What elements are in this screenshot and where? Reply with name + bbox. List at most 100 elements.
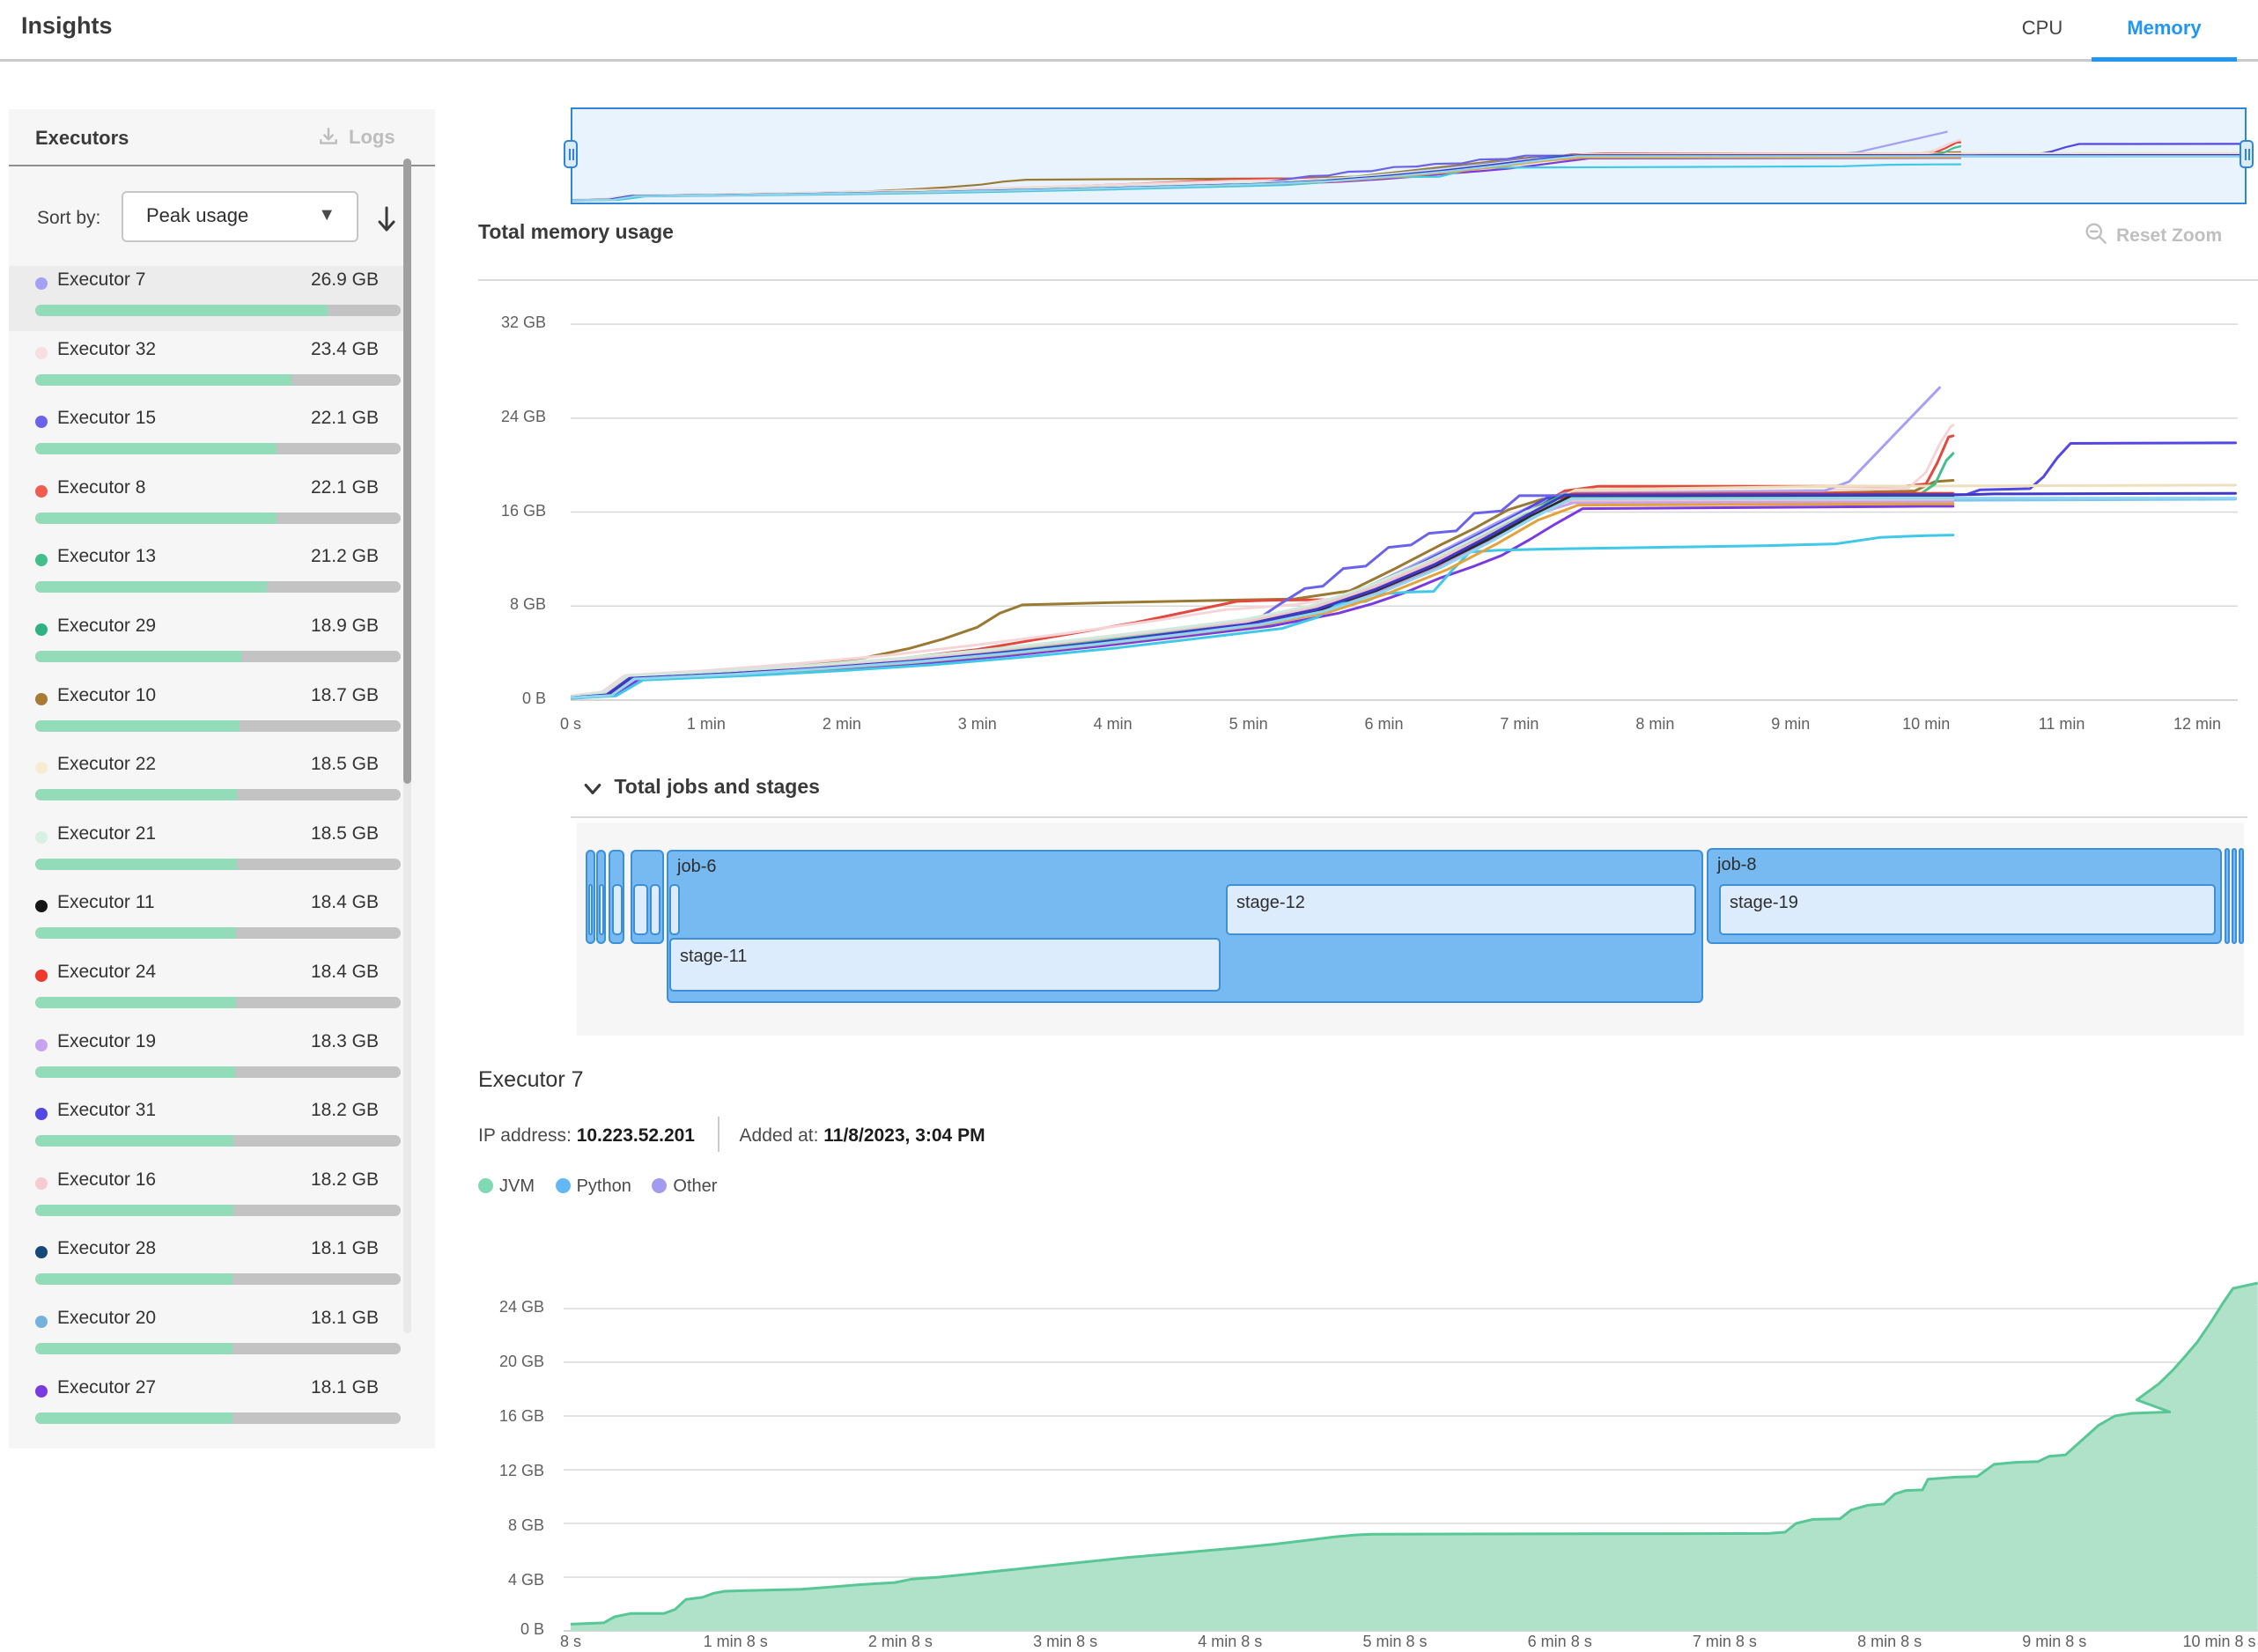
executor-peak-value: 18.7 GB [311, 685, 379, 706]
brush-minichart [572, 109, 2245, 203]
y-tick-label: 4 GB [478, 1571, 544, 1589]
stage-bar-stage-11[interactable]: stage-11 [669, 938, 1221, 992]
executor-dot-icon [35, 970, 48, 982]
executor-peak-value: 18.4 GB [311, 892, 379, 913]
reset-zoom-label: Reset Zoom [2116, 225, 2222, 246]
executor-list-item[interactable]: Executor 2018.1 GB [9, 1304, 408, 1369]
executor-list-item[interactable]: Executor 16 18.2 GB [9, 1166, 408, 1231]
x-tick-label: 1 min [658, 715, 755, 734]
stage-bar[interactable] [599, 884, 604, 935]
executor-name: Executor 27 [57, 1377, 156, 1398]
executor-list-item[interactable]: Executor 1321.2 GB [9, 542, 408, 608]
sort-by-label: Sort by: [37, 208, 100, 229]
stage-bar-stage-19[interactable]: stage-19 [1719, 884, 2216, 935]
executor-usage-bar [35, 1135, 401, 1147]
executor-list-item[interactable]: Executor 1522.1 GB [9, 404, 408, 469]
job-bar[interactable] [2225, 848, 2230, 944]
executor-list-item[interactable]: Executor 1018.7 GB [9, 682, 408, 747]
executor-dot-icon [35, 485, 48, 498]
brush-handle-right[interactable] [2240, 140, 2254, 168]
reset-zoom-button[interactable]: Reset Zoom [2085, 222, 2252, 250]
x-tick-label: 11 min [2013, 715, 2110, 734]
executor-dot-icon [35, 1108, 48, 1120]
executor-dot-icon [35, 831, 48, 844]
tab-memory[interactable]: Memory [2092, 0, 2237, 62]
y-tick-label: 16 GB [478, 1407, 544, 1426]
executor-usage-bar [35, 1066, 401, 1078]
x-tick-label: 7 min 8 s [1676, 1633, 1773, 1651]
executor-list-item[interactable]: Executor 726.9 GB [9, 266, 408, 331]
sort-direction-button[interactable] [375, 204, 398, 234]
executor-list-item[interactable]: Executor 1118.4 GB [9, 889, 408, 954]
executor-usage-bar [35, 1343, 401, 1354]
stage-bar[interactable] [633, 884, 648, 935]
executor-usage-bar [35, 374, 401, 386]
x-tick-label: 12 min [2149, 715, 2246, 734]
x-tick-label: 9 min 8 s [2006, 1633, 2103, 1651]
y-tick-label: 20 GB [478, 1353, 544, 1371]
executor-peak-value: 18.5 GB [311, 823, 379, 844]
bar-label: stage-19 [1730, 893, 1798, 913]
top-header: Insights CPU Memory [0, 0, 2258, 62]
executor-name: Executor 29 [57, 616, 156, 637]
executor-list-item[interactable]: Executor 21 18.5 GB [9, 820, 408, 885]
x-tick-label: 4 min [1065, 715, 1162, 734]
jobs-section-header[interactable]: Total jobs and stages [584, 775, 820, 805]
stage-bar[interactable] [588, 884, 593, 935]
y-tick-label: 8 GB [478, 1516, 544, 1535]
executor-usage-bar [35, 789, 401, 800]
executor-name: Executor 7 [57, 269, 145, 291]
zoom-brush-chart[interactable] [571, 107, 2247, 204]
download-icon [317, 125, 340, 148]
executor-usage-bar-fill [35, 1273, 232, 1285]
job-bar[interactable] [2239, 848, 2244, 944]
stage-bar[interactable] [612, 884, 623, 935]
sort-select[interactable]: Peak usage ▼ [122, 191, 358, 242]
job-bar[interactable] [2232, 848, 2237, 944]
executor-dot-icon [35, 623, 48, 636]
executor-usage-bar-fill [35, 581, 267, 593]
executor-name: Executor 16 [57, 1169, 156, 1191]
executor-list-item[interactable]: Executor 2918.9 GB [9, 612, 408, 677]
executor-dot-icon [35, 416, 48, 428]
scrollbar-thumb[interactable] [403, 159, 411, 784]
divider [718, 1117, 719, 1152]
executor-list-item[interactable]: Executor 2218.5 GB [9, 750, 408, 815]
executor-list-item[interactable]: Executor 822.1 GB [9, 474, 408, 539]
executor-dot-icon [35, 693, 48, 705]
executor-dot-icon [35, 1316, 48, 1328]
legend-item-jvm: JVM [478, 1176, 535, 1197]
executor-peak-value: 22.1 GB [311, 408, 379, 429]
executor-list-item[interactable]: Executor 2718.1 GB [9, 1374, 408, 1439]
bar-label: stage-11 [680, 947, 747, 967]
executor-list-item[interactable]: Executor 3223.4 GB [9, 336, 408, 401]
executor-usage-bar [35, 513, 401, 524]
executor-name: Executor 28 [57, 1238, 156, 1259]
y-tick-label: 12 GB [478, 1462, 544, 1480]
executor-list-item[interactable]: Executor 2418.4 GB [9, 958, 408, 1023]
brush-handle-left[interactable] [564, 140, 578, 168]
executor-usage-bar-fill [35, 789, 237, 800]
executor-list-item[interactable]: Executor 2818.1 GB [9, 1235, 408, 1300]
x-tick-label: 5 min [1200, 715, 1297, 734]
y-tick-label: 0 B [480, 690, 546, 708]
executor-dot-icon [35, 347, 48, 359]
executor-usage-bar-fill [35, 374, 291, 386]
download-logs-button[interactable]: Logs [317, 125, 414, 153]
executor-dot-icon [35, 277, 48, 290]
ip-address-value: 10.223.52.201 [577, 1125, 695, 1146]
executor-name: Executor 8 [57, 477, 145, 498]
ip-address-label: IP address: [478, 1125, 572, 1146]
x-tick-label: 3 min [929, 715, 1026, 734]
executor-name: Executor 21 [57, 823, 156, 844]
executor-list-item[interactable]: Executor 3118.2 GB [9, 1096, 408, 1162]
stage-bar-stage-12[interactable]: stage-12 [1226, 884, 1696, 935]
bar-label: stage-12 [1236, 893, 1305, 913]
executor-list-item[interactable]: Executor 1918.3 GB [9, 1028, 408, 1093]
executor-peak-value: 18.2 GB [311, 1169, 379, 1191]
stage-bar[interactable] [650, 884, 660, 935]
stage-bar[interactable] [669, 884, 680, 935]
tab-cpu[interactable]: CPU [1993, 0, 2092, 62]
executor-name: Executor 22 [57, 754, 156, 775]
x-tick-label: 2 min [793, 715, 890, 734]
